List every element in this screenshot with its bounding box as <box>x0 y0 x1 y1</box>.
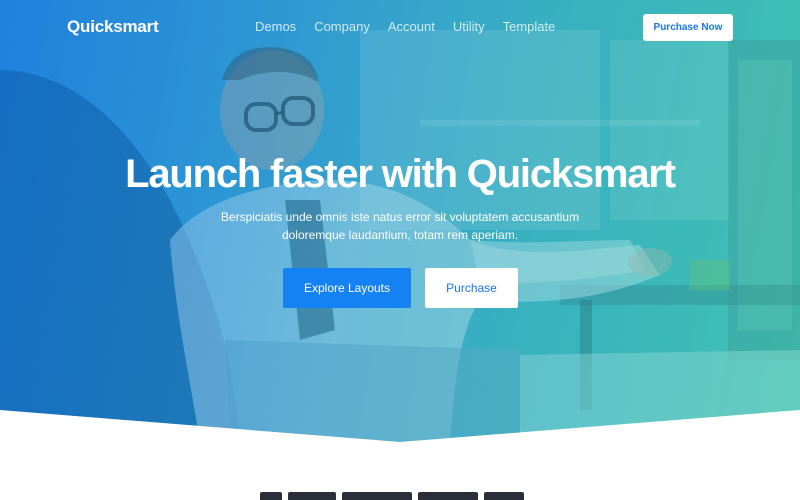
purchase-now-button[interactable]: Purchase Now <box>643 14 733 41</box>
hero-subtitle-line-1: Berspiciatis unde omnis iste natus error… <box>220 210 580 224</box>
hero-bottom-wave <box>0 410 800 442</box>
nav-links: Demos Company Account Utility Template <box>255 19 555 34</box>
purchase-button[interactable]: Purchase <box>425 268 518 308</box>
next-section-heading-peek <box>260 492 550 500</box>
nav-link-account[interactable]: Account <box>388 19 435 34</box>
hero-subtitle: Berspiciatis unde omnis iste natus error… <box>200 208 600 244</box>
hero-section: Quicksmart Demos Company Account Utility… <box>0 0 800 442</box>
brand-logo[interactable]: Quicksmart <box>67 17 159 37</box>
nav-link-template[interactable]: Template <box>503 19 556 34</box>
nav-link-demos[interactable]: Demos <box>255 19 296 34</box>
nav-link-company[interactable]: Company <box>314 19 370 34</box>
nav-link-utility[interactable]: Utility <box>453 19 485 34</box>
hero-subtitle-line-2: doloremque laudantium, totam rem aperiam… <box>281 228 519 242</box>
hero-title: Launch faster with Quicksmart <box>125 152 676 196</box>
top-navigation: Quicksmart Demos Company Account Utility… <box>0 0 800 56</box>
explore-layouts-button[interactable]: Explore Layouts <box>283 268 411 308</box>
